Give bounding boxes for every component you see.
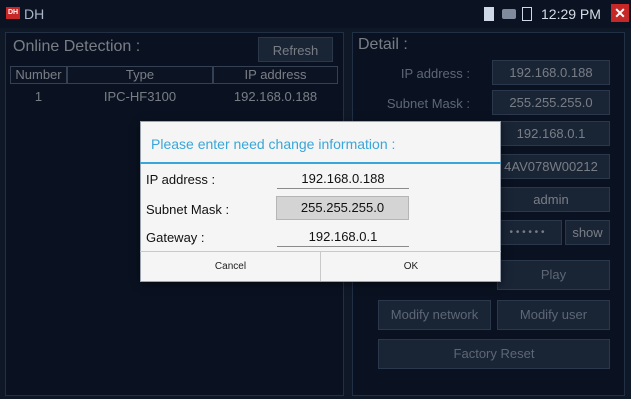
ok-button[interactable]: OK	[321, 261, 501, 272]
close-icon[interactable]: ✕	[611, 4, 629, 22]
dialog-mask-label: Subnet Mask :	[146, 202, 230, 217]
cancel-button[interactable]: Cancel	[141, 261, 320, 272]
network-icon	[502, 9, 516, 19]
app-title: DH	[24, 6, 45, 22]
app-icon: DH	[6, 7, 20, 19]
battery-icon	[484, 7, 494, 21]
dialog-gateway-input[interactable]: 192.168.0.1	[277, 227, 409, 247]
dialog-gateway-label: Gateway :	[146, 230, 205, 245]
dialog-title: Please enter need change information :	[151, 136, 396, 152]
status-bar	[0, 0, 631, 28]
dialog-ip-input[interactable]: 192.168.0.188	[277, 169, 409, 189]
dialog-mask-input[interactable]: 255.255.255.0	[276, 196, 409, 220]
dialog-ip-label: IP address :	[146, 172, 216, 187]
clock: 12:29 PM	[541, 6, 601, 22]
dialog-title-divider	[140, 162, 501, 164]
sd-card-icon	[522, 7, 532, 21]
